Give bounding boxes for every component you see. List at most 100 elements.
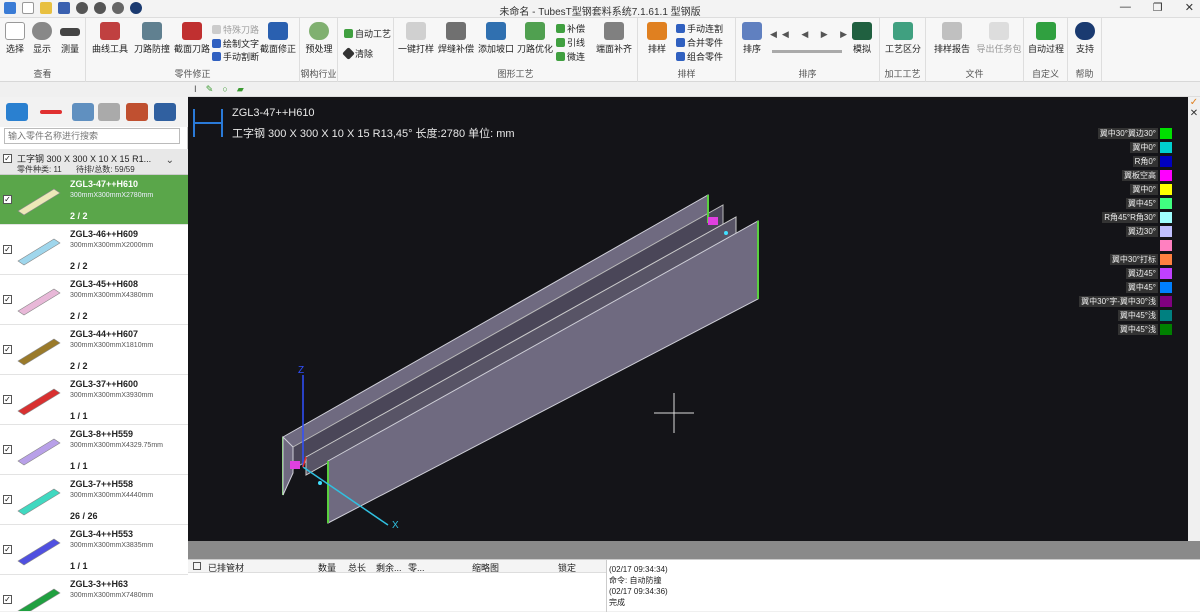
legend-entry[interactable]: R角0° <box>1052 155 1172 169</box>
merge-parts-item[interactable]: 合并零件 <box>676 37 723 49</box>
auto-process-button[interactable]: 自动过程 <box>1026 22 1066 55</box>
import-icon[interactable] <box>72 103 94 121</box>
draw-text-item[interactable]: 绘制文字 <box>212 38 259 50</box>
preprocess-button[interactable]: 预处理 <box>304 22 334 55</box>
nesting-button[interactable]: 排样 <box>642 22 672 55</box>
legend-entry[interactable]: 翼板空高 <box>1052 169 1172 183</box>
3d-viewport[interactable]: X Z ZGL3-47++H610 工字钢 300 X 300 X 10 X 1… <box>188 97 1188 541</box>
part-list-item[interactable]: ✓ ZGL3-46++H609 300mmX300mmX2000mm 2 / 2 <box>0 225 188 275</box>
legend-entry[interactable]: 翼中45° <box>1052 281 1172 295</box>
part-checkbox[interactable]: ✓ <box>3 345 12 354</box>
part-types-count: 零件种类: 11 <box>17 165 62 174</box>
legend-entry[interactable]: 翼中30°字-翼中30°浅 <box>1052 295 1172 309</box>
part-checkbox[interactable]: ✓ <box>3 295 12 304</box>
col-locked[interactable]: 锁定 <box>558 561 576 574</box>
legend-entry[interactable]: 翼中45°浅 <box>1052 309 1172 323</box>
manual-cut-item[interactable]: 手动割断 <box>212 51 259 63</box>
special-path-icon <box>212 25 221 34</box>
edit-icon[interactable] <box>154 103 176 121</box>
legend-entry[interactable]: 翼中45°浅 <box>1052 323 1172 337</box>
group-checkbox[interactable]: ✓ <box>3 154 12 163</box>
playback-slider[interactable] <box>772 50 842 53</box>
section-fix-button[interactable]: 截面修正 <box>260 22 296 55</box>
add-bevel-button[interactable]: 添加坡口 <box>478 22 514 55</box>
col-remaining[interactable]: 剩余... <box>376 561 402 574</box>
legend-entry[interactable]: 翼边30° <box>1052 225 1172 239</box>
legend-entry[interactable]: 翼边45° <box>1052 267 1172 281</box>
part-checkbox[interactable]: ✓ <box>3 595 12 604</box>
col-quantity[interactable]: 数量 <box>318 561 336 574</box>
legend-entry[interactable]: 翼中0° <box>1052 141 1172 155</box>
close-icon[interactable]: ✕ <box>1185 1 1194 14</box>
nesting-report-button[interactable]: 排样报告 <box>930 22 974 55</box>
i-beam-small-icon[interactable]: Ⅰ <box>194 84 197 95</box>
part-checkbox[interactable]: ✓ <box>3 495 12 504</box>
pen-icon[interactable]: ✎ <box>206 84 214 95</box>
check-icon[interactable]: ✓ <box>1188 97 1200 108</box>
legend-entry[interactable]: 翼中0° <box>1052 183 1172 197</box>
minimize-icon[interactable]: — <box>1120 1 1131 14</box>
sort-button[interactable]: 排序 <box>740 22 764 55</box>
weld-compensation-button[interactable]: 焊缝补偿 <box>436 22 476 55</box>
part-list-item[interactable]: ✓ ZGL3-44++H607 300mmX300mmX1810mm 2 / 2 <box>0 325 188 375</box>
axis-x-label: X <box>392 520 399 531</box>
table-checkbox[interactable] <box>193 562 201 570</box>
col-nested-tubes[interactable]: 已排管材 <box>208 561 244 574</box>
viewport-scrollbar[interactable] <box>188 541 1200 559</box>
legend-entry[interactable]: 翼中45° <box>1052 197 1172 211</box>
part-checkbox[interactable]: ✓ <box>3 545 12 554</box>
micro-joint-item[interactable]: 微连 <box>556 51 585 63</box>
col-thumbnail[interactable]: 缩略图 <box>472 561 499 574</box>
part-search-input[interactable] <box>4 128 180 144</box>
part-list-item[interactable]: ✓ ZGL3-37++H600 300mmX300mmX3930mm 1 / 1 <box>0 375 188 425</box>
measure-button[interactable]: 测量 <box>58 22 82 55</box>
select-button[interactable]: 选择 <box>4 22 26 55</box>
display-button[interactable]: 显示 <box>30 22 54 55</box>
export-task-button[interactable]: 导出任务包 <box>976 22 1022 55</box>
part-list-item[interactable]: ✓ ZGL3-45++H608 300mmX300mmX4380mm 2 / 2 <box>0 275 188 325</box>
support-button[interactable]: 支持 <box>1072 22 1098 55</box>
close-icon[interactable]: ✕ <box>1188 108 1200 119</box>
tube-icon[interactable] <box>98 103 120 121</box>
merge-icon <box>676 38 685 47</box>
legend-entry[interactable]: 翼中30°打标 <box>1052 253 1172 267</box>
auto-process-item[interactable]: 自动工艺 <box>344 28 391 40</box>
part-list-item[interactable]: ✓ ZGL3-3++H63 300mmX300mmX7480mm <box>0 575 188 611</box>
manual-chain-cut-item[interactable]: 手动连割 <box>676 23 723 35</box>
legend-entry[interactable]: R角45°R角30° <box>1052 211 1172 225</box>
compensation-item[interactable]: 补偿 <box>556 23 585 35</box>
legend-entry[interactable]: 翼中30°翼边30° <box>1052 127 1172 141</box>
legend-entry[interactable] <box>1052 239 1172 253</box>
col-parts[interactable]: 零... <box>408 561 425 574</box>
special-toolpath-item[interactable]: 特殊刀路 <box>212 24 259 36</box>
section-toolpath-button[interactable]: 截面刀路 <box>174 22 210 55</box>
part-list-item[interactable]: ✓ ZGL3-7++H558 300mmX300mmX4440mm 26 / 26 <box>0 475 188 525</box>
profile-icon[interactable] <box>126 103 148 121</box>
lead-line-item[interactable]: 引线 <box>556 37 585 49</box>
eraser-icon[interactable]: ▰ <box>237 84 244 95</box>
clear-item[interactable]: 清除 <box>342 47 373 60</box>
part-checkbox[interactable]: ✓ <box>3 445 12 454</box>
col-total-length[interactable]: 总长 <box>348 561 366 574</box>
toolpath-optimize-button[interactable]: 刀路优化 <box>516 22 554 55</box>
end-face-fill-button[interactable]: 端面补齐 <box>594 22 634 55</box>
curve-tool-button[interactable]: 曲线工具 <box>90 22 130 55</box>
part-group-header[interactable]: ✓ 工字钢 300 X 300 X 10 X 15 R1... 零件种类: 11… <box>0 149 188 175</box>
circle-icon[interactable]: ○ <box>222 84 227 94</box>
simulate-button[interactable]: 模拟 <box>848 22 876 55</box>
add-part-icon[interactable] <box>6 103 28 121</box>
log-line: 命令: 自动防撞 <box>609 576 662 585</box>
maximize-icon[interactable]: ❐ <box>1153 1 1163 14</box>
part-checkbox[interactable]: ✓ <box>3 245 12 254</box>
part-list-item[interactable]: ✓ ZGL3-47++H610 300mmX300mmX2780mm 2 / 2 <box>0 175 188 225</box>
part-checkbox[interactable]: ✓ <box>3 395 12 404</box>
process-zone-button[interactable]: 工艺区分 <box>884 22 922 55</box>
anti-collision-button[interactable]: 刀路防撞 <box>132 22 172 55</box>
remove-part-icon[interactable] <box>40 110 62 114</box>
one-click-mark-button[interactable]: 一键打样 <box>398 22 434 55</box>
part-list-item[interactable]: ✓ ZGL3-4++H553 300mmX300mmX3835mm 1 / 1 <box>0 525 188 575</box>
chevron-down-icon[interactable]: ⌄ <box>166 155 174 166</box>
combine-parts-item[interactable]: 组合零件 <box>676 51 723 63</box>
part-list-item[interactable]: ✓ ZGL3-8++H559 300mmX300mmX4329.75mm 1 / 1 <box>0 425 188 475</box>
part-checkbox[interactable]: ✓ <box>3 195 12 204</box>
